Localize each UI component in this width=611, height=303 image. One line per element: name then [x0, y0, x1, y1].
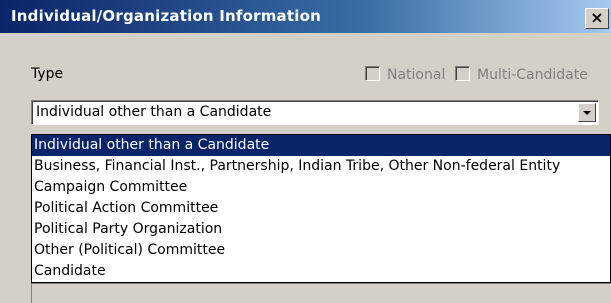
type-combobox-value: Individual other than a Candidate — [36, 104, 272, 120]
type-dropdown-list[interactable]: Individual other than a Candidate Busine… — [31, 134, 611, 283]
dropdown-option-other-committee[interactable]: Other (Political) Committee — [32, 240, 610, 261]
chevron-down-icon — [583, 111, 591, 115]
dialog-window: Individual/Organization Information × Ty… — [0, 0, 611, 303]
dropdown-option-business[interactable]: Business, Financial Inst., Partnership, … — [32, 156, 610, 177]
window-title: Individual/Organization Information — [11, 7, 321, 25]
national-checkbox-box[interactable] — [365, 66, 380, 81]
dropdown-button[interactable] — [578, 103, 596, 122]
national-checkbox[interactable]: National — [365, 66, 445, 84]
dropdown-option-candidate[interactable]: Candidate — [32, 261, 610, 282]
national-checkbox-label: National — [387, 67, 446, 83]
type-label: Type — [31, 66, 64, 82]
dropdown-option-individual[interactable]: Individual other than a Candidate — [32, 135, 610, 156]
multi-candidate-checkbox-label: Multi-Candidate — [477, 67, 588, 83]
dropdown-option-pac[interactable]: Political Action Committee — [32, 198, 610, 219]
dropdown-option-campaign-committee[interactable]: Campaign Committee — [32, 177, 610, 198]
type-combobox[interactable]: Individual other than a Candidate — [31, 100, 599, 125]
multi-candidate-checkbox[interactable]: Multi-Candidate — [455, 66, 588, 84]
multi-candidate-checkbox-box[interactable] — [455, 66, 470, 81]
title-bar[interactable]: Individual/Organization Information × — [0, 0, 611, 33]
dropdown-option-party-organization[interactable]: Political Party Organization — [32, 219, 610, 240]
close-button[interactable]: × — [585, 8, 609, 29]
group-frame — [31, 283, 611, 303]
close-icon: × — [590, 8, 604, 27]
